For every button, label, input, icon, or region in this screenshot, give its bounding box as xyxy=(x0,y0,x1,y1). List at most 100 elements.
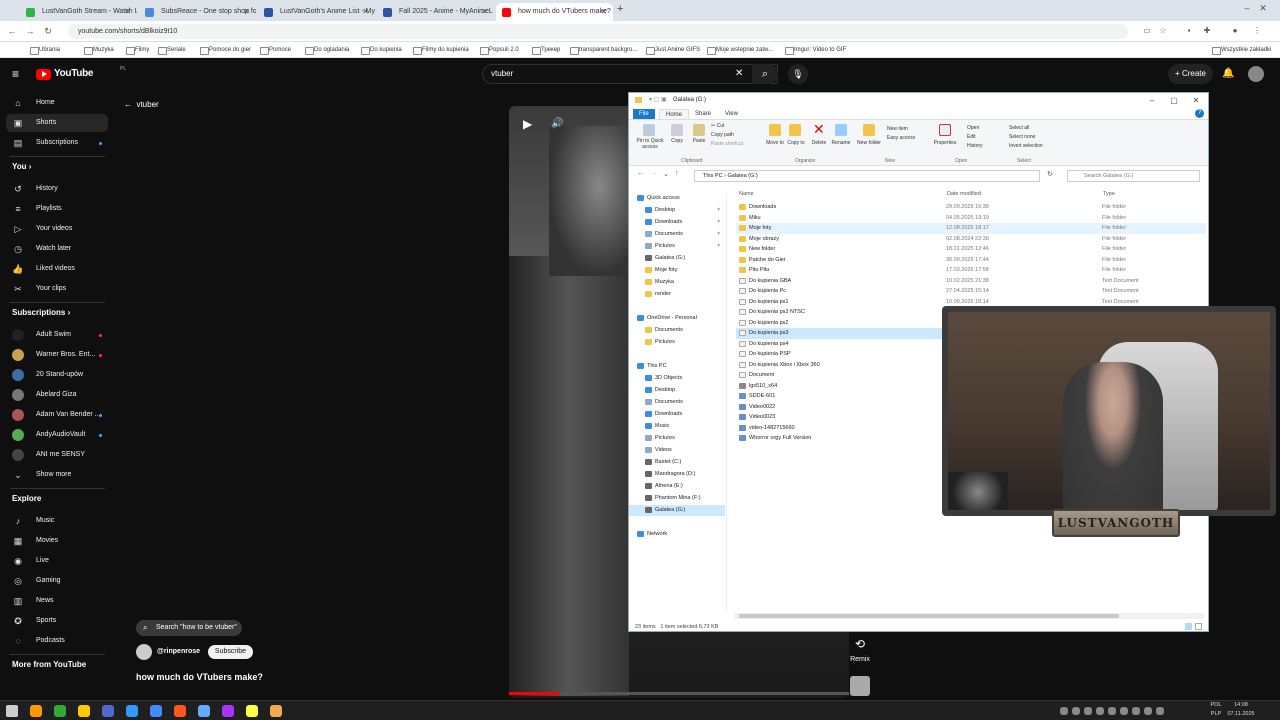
create-button[interactable]: + Create xyxy=(1168,64,1213,84)
column-type[interactable]: Type xyxy=(1103,189,1115,199)
file-row[interactable]: Pitu Pitu 17.03.2025 17:58 File folder xyxy=(736,265,1206,276)
history-button[interactable]: History xyxy=(967,143,983,149)
new-item-button[interactable]: New item xyxy=(887,126,908,132)
tab-close-icon[interactable]: ✕ xyxy=(124,3,131,21)
sidebar-item-gaming[interactable]: ◎ Gaming xyxy=(0,572,112,590)
tab-close-icon[interactable]: ✕ xyxy=(600,3,607,21)
search-input[interactable]: vtuber xyxy=(482,64,778,84)
explorer-search-input[interactable]: Search Galatea (G:) xyxy=(1067,170,1200,182)
file-row[interactable]: Downloads 29.09.2025 16:38 File folder xyxy=(736,202,1206,213)
nav-item[interactable]: Galatea (G:) xyxy=(629,253,725,264)
invert-selection-button[interactable]: Invert selection xyxy=(1009,143,1043,149)
nav-item[interactable]: Downloads ✦ xyxy=(629,217,725,228)
bookmark-item[interactable]: Moje wstepnie zatw... xyxy=(707,44,773,56)
tab-close-icon[interactable]: ✕ xyxy=(243,3,250,21)
bookmark-star-icon[interactable]: ☆ xyxy=(1158,26,1168,36)
forward-icon[interactable]: → xyxy=(24,25,36,37)
quick-access-toolbar-icon[interactable]: ▾ ▢ ▣ xyxy=(649,93,667,108)
subscriptions-header[interactable]: Subscriptions › xyxy=(12,308,70,317)
sidebar-item-music[interactable]: ♪ Music xyxy=(0,512,112,530)
file-row[interactable]: New folder 18.01.2025 12:46 File folder xyxy=(736,244,1206,255)
sidebar-item-shorts[interactable]: ▣ Shorts xyxy=(6,114,108,132)
tray-icon[interactable] xyxy=(1144,707,1152,715)
copy-to-button[interactable]: Copy to xyxy=(784,140,808,146)
browser-icon[interactable] xyxy=(30,705,42,717)
sidebar-item-movies[interactable]: ▦ Movies xyxy=(0,532,112,550)
steam-icon[interactable] xyxy=(198,705,210,717)
bookmark-item[interactable]: transparent backgro... xyxy=(570,44,637,56)
app-icon[interactable] xyxy=(54,705,66,717)
short-title[interactable]: how much do VTubers make? xyxy=(136,670,336,684)
sidebar-item-sports[interactable]: ✪ Sports xyxy=(0,612,112,630)
browser-tab[interactable]: LustVanGoth Stream - Watch L ✕ xyxy=(20,3,137,21)
paste-shortcut-button[interactable]: Paste shortcut xyxy=(711,141,743,147)
details-view-icon[interactable] xyxy=(1185,623,1192,630)
bookmark-all[interactable]: Wszystkie zakładki xyxy=(1212,44,1271,56)
nav-item[interactable]: 3D Objects xyxy=(629,373,725,384)
remix-icon[interactable]: ⟲ xyxy=(851,637,869,653)
browser-tab[interactable]: Fall 2025 - Anime - MyAnimeL ✕ xyxy=(377,3,494,21)
nav-item[interactable]: Galatea (G:) xyxy=(629,505,725,516)
tray-icon[interactable] xyxy=(1072,707,1080,715)
notifications-bell-icon[interactable]: 🔔 xyxy=(1222,68,1234,80)
tab-view[interactable]: View xyxy=(719,109,744,119)
tab-close-icon[interactable]: ✕ xyxy=(481,3,488,21)
sound-thumbnail[interactable] xyxy=(850,676,870,696)
app-icon[interactable] xyxy=(174,705,186,717)
volume-icon[interactable]: 🔊 xyxy=(551,117,565,131)
nav-item[interactable]: Documents xyxy=(629,397,725,408)
maximize-icon[interactable]: ▢ xyxy=(1163,93,1185,108)
bookmark-item[interactable]: Popsuli 2.0 xyxy=(480,44,519,56)
subscribe-button[interactable]: Subscribe xyxy=(208,645,253,659)
nav-item[interactable]: Network xyxy=(629,529,725,540)
file-row[interactable]: Patche do Gier 30.09.2025 17:44 File folde… xyxy=(736,255,1206,266)
address-bar[interactable]: youtube.com/shorts/dBlkoiz9t10 xyxy=(68,24,1128,39)
file-row[interactable]: Moje obrazy 02.08.2024 22:30 File folder xyxy=(736,234,1206,245)
cut-button[interactable]: ✂ Cut xyxy=(711,123,724,129)
large-icons-view-icon[interactable] xyxy=(1195,623,1202,630)
file-explorer-icon[interactable] xyxy=(270,705,282,717)
tray-icon[interactable] xyxy=(1132,707,1140,715)
refresh-icon[interactable]: ↻ xyxy=(1047,170,1053,178)
bookmark-item[interactable]: Imgur: Video to GIF xyxy=(785,44,846,56)
related-search-pill[interactable]: ⌕ Search "how to be vtuber" xyxy=(136,620,242,636)
tray-icon[interactable] xyxy=(1096,707,1104,715)
nav-item[interactable]: Pictures xyxy=(629,337,725,348)
extensions-icon[interactable]: ✚ xyxy=(1202,26,1212,36)
nav-item[interactable]: Bastet (C:) xyxy=(629,457,725,468)
app-icon[interactable] xyxy=(222,705,234,717)
browser-tab[interactable]: LustVanGoth's Anime List - My ✕ xyxy=(258,3,375,21)
start-icon[interactable] xyxy=(6,705,18,717)
new-tab-button[interactable]: + xyxy=(617,3,631,19)
sidebar-item-watch-later[interactable]: ◷ Watch later xyxy=(0,240,112,258)
file-row[interactable]: Do kupienia GBA 10.02.2025 21:38 Text Docu… xyxy=(736,276,1206,287)
tray-icon[interactable] xyxy=(1060,707,1068,715)
channel-avatar[interactable] xyxy=(136,644,152,660)
app-icon[interactable] xyxy=(126,705,138,717)
copy-path-button[interactable]: Copy path xyxy=(711,132,734,138)
bookmark-item[interactable]: Трекер xyxy=(532,44,560,56)
sidebar-item-home[interactable]: ⌂ Home xyxy=(0,94,112,112)
sidebar-subscription[interactable]: Abelard Giza xyxy=(0,386,112,404)
tray-icon[interactable] xyxy=(1084,707,1092,715)
tab-close-icon[interactable]: ✕ xyxy=(362,3,369,21)
sidebar-item-liked-videos[interactable]: 👍 Liked videos xyxy=(0,260,112,278)
nav-item[interactable]: Downloads xyxy=(629,409,725,420)
nav-item[interactable]: Quick access xyxy=(629,193,725,204)
nav-item[interactable]: Pictures ✦ xyxy=(629,241,725,252)
discord-icon[interactable] xyxy=(102,705,114,717)
tab-file[interactable]: File xyxy=(633,109,655,119)
tray-icon[interactable] xyxy=(1156,707,1164,715)
column-name[interactable]: Name xyxy=(739,189,754,199)
sidebar-item-your-clips[interactable]: ✂ Your clips xyxy=(0,280,112,298)
you-header[interactable]: You › xyxy=(12,162,31,171)
help-icon[interactable]: ? xyxy=(1195,109,1204,118)
up-arrow-icon[interactable]: ↑ xyxy=(675,170,679,177)
rename-button[interactable]: Rename xyxy=(828,140,854,146)
scrollbar-thumb[interactable] xyxy=(739,614,1119,618)
back-arrow-icon[interactable]: ← xyxy=(637,170,644,177)
sidebar-subscription[interactable]: Warner Bros. Ent... xyxy=(0,346,112,364)
bookmark-item[interactable]: Pomoce xyxy=(260,44,291,56)
nav-item[interactable]: Documents xyxy=(629,325,725,336)
copy-button[interactable]: Copy xyxy=(667,138,687,144)
